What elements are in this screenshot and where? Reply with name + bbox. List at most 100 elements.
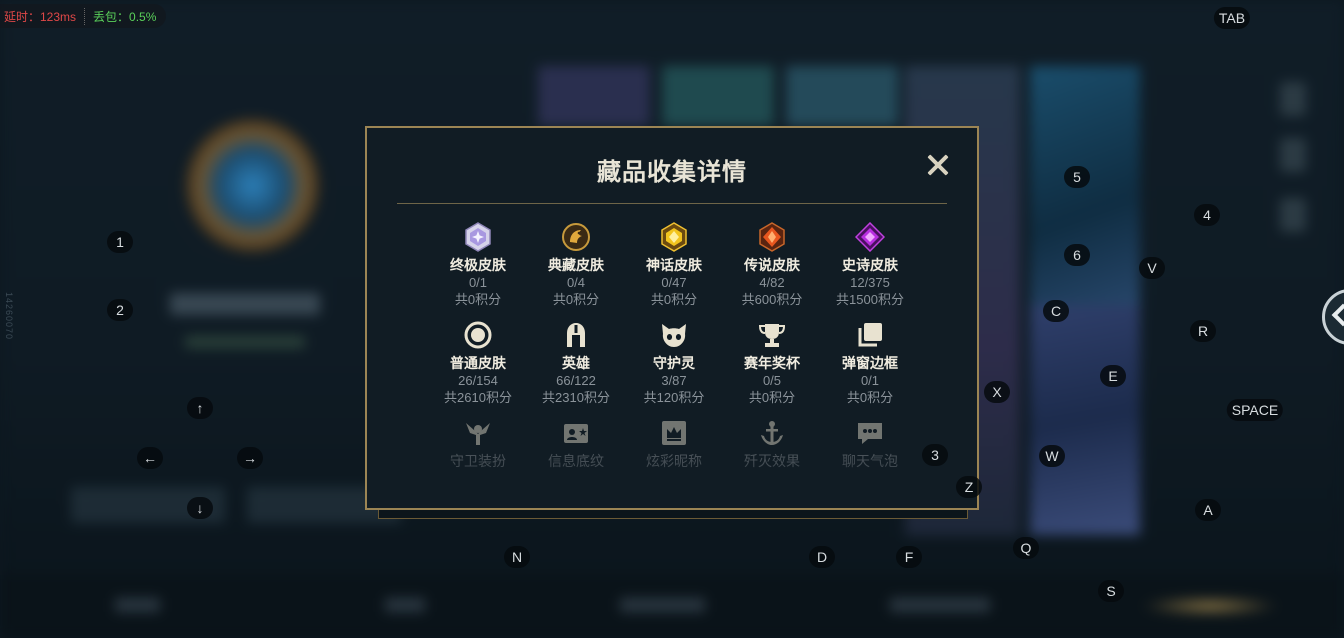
collection-item-mythic[interactable]: 神话皮肤 0/47 共0积分	[625, 222, 723, 320]
item-name: 传说皮肤	[744, 257, 800, 273]
item-name: 终极皮肤	[450, 257, 506, 273]
item-points: 共0积分	[454, 292, 502, 307]
key-hint-up: ↑	[187, 397, 213, 419]
collection-item-popup-frame[interactable]: 弹窗边框 0/1 共0积分	[821, 320, 919, 418]
key-hint-4: 4	[1194, 204, 1220, 226]
key-hint-z: Z	[956, 476, 982, 498]
item-count: 3/87	[661, 373, 687, 388]
trophy-icon	[757, 320, 787, 350]
item-count: 12/375	[850, 275, 890, 290]
collection-item-guardian[interactable]: 守护灵 3/87 共120积分	[625, 320, 723, 418]
key-hint-w: W	[1039, 445, 1065, 467]
network-status: 延时：123ms 丢包：0.5%	[0, 4, 167, 28]
guardian-spirit-icon	[659, 320, 689, 350]
collection-details-modal: 藏品收集详情 终极皮肤 0/1 共0积分 典藏皮肤 0/4 共0积分 神话皮肤 …	[365, 126, 979, 510]
key-hint-left: ←	[137, 447, 163, 469]
popup-frame-icon	[855, 320, 885, 350]
key-hint-n: N	[504, 546, 530, 568]
item-points: 共120积分	[643, 390, 705, 405]
collection-item-champion[interactable]: 英雄 66/122 共2310积分	[527, 320, 625, 418]
key-hint-c: C	[1043, 300, 1069, 322]
item-points: 共0积分	[552, 292, 600, 307]
key-hint-d: D	[809, 546, 835, 568]
item-name: 典藏皮肤	[548, 257, 604, 273]
collection-row: 守卫装扮 信息底纹 炫彩昵称 歼灭效果 聊天气泡	[429, 418, 919, 470]
key-hint-a: A	[1195, 499, 1221, 521]
item-name: 英雄	[562, 355, 590, 371]
key-hint-r: R	[1190, 320, 1216, 342]
item-name: 神话皮肤	[646, 257, 702, 273]
collection-grid: 终极皮肤 0/1 共0积分 典藏皮肤 0/4 共0积分 神话皮肤 0/47 共0…	[429, 222, 919, 470]
item-name: 聊天气泡	[842, 453, 898, 469]
legendary-skin-icon	[757, 222, 787, 252]
packet-loss-text: 丢包：0.5%	[93, 9, 157, 24]
key-hint-f: F	[896, 546, 922, 568]
collection-item-classic[interactable]: 典藏皮肤 0/4 共0积分	[527, 222, 625, 320]
collection-item-info-card[interactable]: 信息底纹	[527, 418, 625, 470]
key-hint-tab: TAB	[1213, 7, 1251, 29]
item-name: 炫彩昵称	[646, 453, 702, 469]
item-name: 弹窗边框	[842, 355, 898, 371]
ultimate-skin-icon	[463, 222, 493, 252]
key-hint-e: E	[1100, 365, 1126, 387]
classic-skin-icon	[561, 222, 591, 252]
item-count: 0/1	[468, 275, 488, 290]
collection-item-legendary[interactable]: 传说皮肤 4/82 共600积分	[723, 222, 821, 320]
close-icon[interactable]	[925, 152, 951, 178]
latency-text: 延时：123ms	[4, 7, 86, 25]
info-card-icon	[561, 418, 591, 448]
item-points: 共0积分	[650, 292, 698, 307]
collection-item-trophy[interactable]: 赛年奖杯 0/5 共0积分	[723, 320, 821, 418]
collection-item-chat-bubble[interactable]: 聊天气泡	[821, 418, 919, 470]
item-name: 守卫装扮	[450, 453, 506, 469]
collection-item-kill-effect[interactable]: 歼灭效果	[723, 418, 821, 470]
item-count: 0/47	[661, 275, 687, 290]
item-count: 0/5	[762, 373, 782, 388]
epic-skin-icon	[855, 222, 885, 252]
item-points: 共0积分	[846, 390, 894, 405]
chat-bubble-icon	[855, 418, 885, 448]
kill-effect-icon	[757, 418, 787, 448]
collection-row: 终极皮肤 0/1 共0积分 典藏皮肤 0/4 共0积分 神话皮肤 0/47 共0…	[429, 222, 919, 320]
item-count: 66/122	[556, 373, 596, 388]
item-points: 共600积分	[741, 292, 803, 307]
key-hint-1: 1	[107, 231, 133, 253]
key-hint-2: 2	[107, 299, 133, 321]
collection-item-ward[interactable]: 守卫装扮	[429, 418, 527, 470]
item-name: 赛年奖杯	[744, 355, 800, 371]
ward-skin-icon	[463, 418, 493, 448]
key-hint-right: →	[237, 447, 263, 469]
collection-item-ultimate[interactable]: 终极皮肤 0/1 共0积分	[429, 222, 527, 320]
key-hint-space: SPACE	[1226, 399, 1284, 421]
key-hint-x: X	[984, 381, 1010, 403]
key-hint-v: V	[1139, 257, 1165, 279]
key-hint-down: ↓	[187, 497, 213, 519]
collection-row: 普通皮肤 26/154 共2610积分 英雄 66/122 共2310积分 守护…	[429, 320, 919, 418]
collection-item-normal[interactable]: 普通皮肤 26/154 共2610积分	[429, 320, 527, 418]
champion-helmet-icon	[561, 320, 591, 350]
item-count: 26/154	[458, 373, 498, 388]
item-count: 0/4	[566, 275, 586, 290]
divider	[397, 203, 947, 204]
mythic-skin-icon	[659, 222, 689, 252]
item-name: 普通皮肤	[450, 355, 506, 371]
item-points: 共2610积分	[444, 390, 512, 405]
side-id-text: 14260070	[4, 292, 14, 341]
collection-item-colorful-name[interactable]: 炫彩昵称	[625, 418, 723, 470]
key-hint-s: S	[1098, 580, 1124, 602]
item-name: 信息底纹	[548, 453, 604, 469]
item-name: 守护灵	[653, 355, 695, 371]
item-points: 共1500积分	[836, 292, 904, 307]
item-name: 史诗皮肤	[842, 257, 898, 273]
item-count: 4/82	[759, 275, 785, 290]
item-count: 0/1	[860, 373, 880, 388]
key-hint-6: 6	[1064, 244, 1090, 266]
item-points: 共2310积分	[542, 390, 610, 405]
rank-emblem	[185, 118, 320, 253]
collection-item-epic[interactable]: 史诗皮肤 12/375 共1500积分	[821, 222, 919, 320]
item-points: 共0积分	[748, 390, 796, 405]
item-name: 歼灭效果	[744, 453, 800, 469]
normal-skin-icon	[463, 320, 493, 350]
key-hint-q: Q	[1013, 537, 1039, 559]
modal-title: 藏品收集详情	[597, 159, 747, 186]
